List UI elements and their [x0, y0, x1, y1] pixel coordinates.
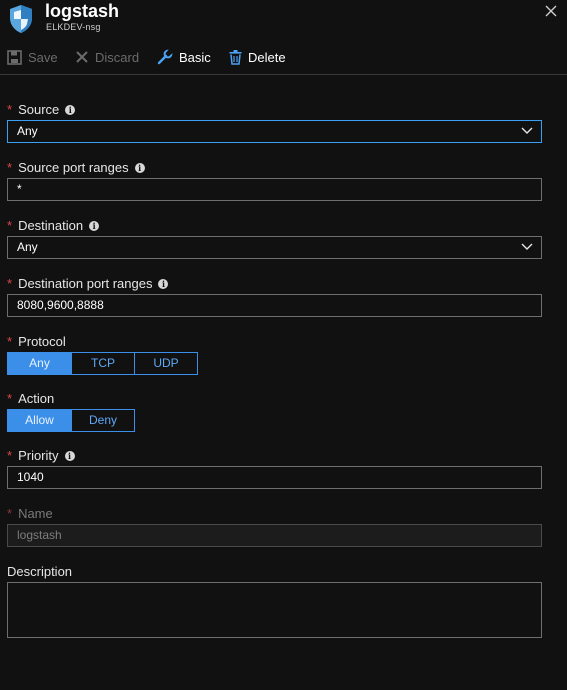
priority-label-text: Priority: [18, 448, 59, 463]
discard-label: Discard: [95, 49, 140, 65]
source-port-ranges-label-text: Source port ranges: [18, 160, 129, 175]
action-label: * Action: [7, 391, 54, 406]
command-bar: Save Discard Basic Delete: [0, 46, 567, 68]
shield-icon: [10, 5, 32, 33]
protocol-toggle: Any TCP UDP: [7, 352, 198, 375]
source-dropdown[interactable]: Any: [7, 120, 542, 143]
protocol-label-text: Protocol: [18, 334, 66, 349]
protocol-label: * Protocol: [7, 334, 66, 349]
name-input: logstash: [7, 524, 542, 547]
description-textarea[interactable]: [7, 582, 542, 638]
info-icon[interactable]: i: [65, 104, 76, 115]
source-port-ranges-label: * Source port ranges i: [7, 160, 145, 175]
page-subtitle: ELKDEV-nsg: [46, 22, 101, 32]
info-icon[interactable]: i: [89, 220, 100, 231]
delete-label: Delete: [248, 49, 286, 65]
required-marker: *: [7, 102, 13, 117]
chevron-down-icon: [521, 243, 533, 250]
info-icon[interactable]: i: [64, 450, 75, 461]
discard-x-icon: [76, 51, 88, 63]
info-icon[interactable]: i: [134, 162, 145, 173]
discard-button[interactable]: Discard: [75, 46, 139, 68]
close-icon[interactable]: [542, 2, 560, 20]
source-value: Any: [17, 124, 38, 138]
action-toggle: Allow Deny: [7, 409, 135, 432]
source-port-ranges-input[interactable]: *: [7, 178, 542, 201]
required-marker: *: [7, 218, 13, 233]
protocol-option-any[interactable]: Any: [8, 353, 71, 374]
delete-button[interactable]: Delete: [229, 46, 286, 68]
name-label-text: Name: [18, 506, 53, 521]
toolbar-divider: [0, 74, 567, 75]
destination-value: Any: [17, 240, 38, 254]
basic-label: Basic: [179, 49, 211, 65]
save-label: Save: [28, 49, 58, 65]
destination-dropdown[interactable]: Any: [7, 236, 542, 259]
protocol-option-udp[interactable]: UDP: [134, 353, 197, 374]
required-marker: *: [7, 276, 13, 291]
required-marker: *: [7, 391, 13, 406]
destination-label: * Destination i: [7, 218, 100, 233]
action-option-allow[interactable]: Allow: [8, 410, 71, 431]
save-button[interactable]: Save: [7, 46, 58, 68]
source-port-ranges-value: *: [17, 182, 22, 196]
required-marker: *: [7, 506, 13, 521]
destination-port-ranges-value: 8080,9600,8888: [17, 298, 104, 312]
required-marker: *: [7, 334, 13, 349]
source-label-text: Source: [18, 102, 60, 117]
basic-button[interactable]: Basic: [157, 46, 211, 68]
blade-header: logstash ELKDEV-nsg: [0, 0, 567, 40]
action-option-deny[interactable]: Deny: [71, 410, 134, 431]
chevron-down-icon: [521, 127, 533, 134]
description-label: Description: [7, 564, 72, 579]
priority-input[interactable]: 1040: [7, 466, 542, 489]
priority-value: 1040: [17, 470, 44, 484]
save-icon: [7, 49, 22, 65]
description-label-text: Description: [7, 564, 73, 579]
protocol-option-tcp[interactable]: TCP: [71, 353, 134, 374]
action-label-text: Action: [18, 391, 55, 406]
destination-label-text: Destination: [18, 218, 84, 233]
priority-label: * Priority i: [7, 448, 75, 463]
page-title: logstash: [45, 1, 120, 21]
name-value: logstash: [17, 528, 62, 542]
wrench-icon: [157, 49, 173, 65]
destination-port-ranges-label-text: Destination port ranges: [18, 276, 153, 291]
destination-port-ranges-input[interactable]: 8080,9600,8888: [7, 294, 542, 317]
source-label: * Source i: [7, 102, 76, 117]
info-icon[interactable]: i: [158, 278, 169, 289]
destination-port-ranges-label: * Destination port ranges i: [7, 276, 169, 291]
name-label: * Name: [7, 506, 53, 521]
trash-icon: [229, 49, 242, 65]
required-marker: *: [7, 160, 13, 175]
required-marker: *: [7, 448, 13, 463]
